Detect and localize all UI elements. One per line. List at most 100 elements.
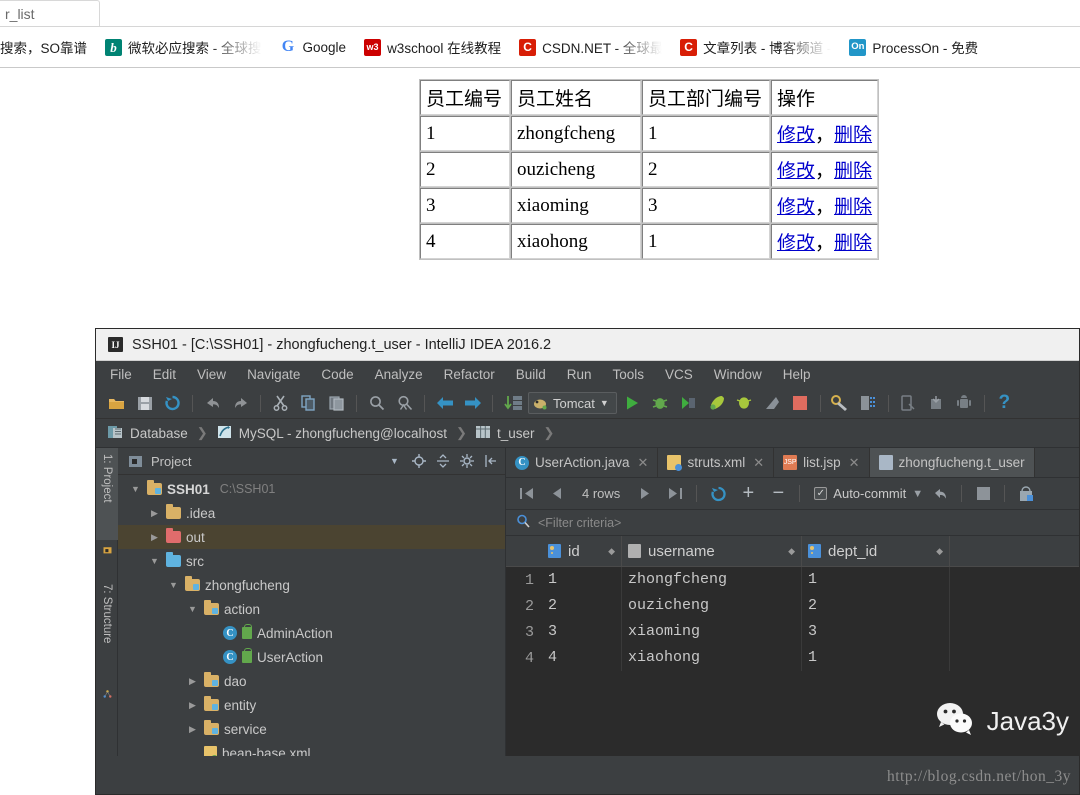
editor-tab-list-jsp[interactable]: JSP list.jsp ✕ — [774, 448, 870, 477]
rollback-icon[interactable] — [927, 482, 953, 506]
sort-indicator-icon[interactable]: ◆ — [608, 546, 615, 557]
bookmark-item[interactable]: G Google — [271, 33, 356, 61]
browser-tab[interactable]: r_list — [0, 0, 100, 27]
undo-icon[interactable] — [200, 391, 225, 415]
delete-link[interactable]: 删除 — [834, 197, 872, 218]
grid-cell-username[interactable]: xiaohong — [622, 645, 802, 671]
grid-cell-dept-id[interactable]: 1 — [802, 645, 950, 671]
sort-indicator-icon[interactable]: ◆ — [788, 546, 795, 557]
deploy-debug-icon[interactable] — [732, 391, 757, 415]
grid-cell-dept-id[interactable]: 3 — [802, 619, 950, 645]
bookmark-item[interactable]: w3 w3school 在线教程 — [355, 33, 510, 61]
cut-icon[interactable] — [268, 391, 293, 415]
auto-commit-checkbox[interactable]: ✓ — [814, 487, 828, 500]
chevron-right-icon[interactable]: ▶ — [186, 676, 199, 687]
run-icon[interactable] — [620, 391, 645, 415]
edit-link[interactable]: 修改 — [777, 233, 815, 254]
menu-item-refactor[interactable]: Refactor — [444, 367, 495, 382]
add-row-icon[interactable]: + — [735, 482, 761, 506]
delete-link[interactable]: 删除 — [834, 161, 872, 182]
chevron-right-icon[interactable]: ▶ — [186, 724, 199, 735]
grid-cell-dept-id[interactable]: 1 — [802, 567, 950, 593]
last-page-icon[interactable] — [662, 482, 688, 506]
update-app-icon[interactable] — [760, 391, 785, 415]
delete-link[interactable]: 删除 — [834, 125, 872, 146]
tree-node-service[interactable]: ▶ service — [118, 717, 505, 741]
menu-item-vcs[interactable]: VCS — [665, 367, 693, 382]
delete-link[interactable]: 删除 — [834, 233, 872, 254]
next-page-icon[interactable] — [632, 482, 658, 506]
help-icon[interactable]: ? — [992, 391, 1017, 415]
collapse-all-icon[interactable] — [434, 453, 451, 470]
tree-node-zhongfucheng[interactable]: ▼ zhongfucheng — [118, 573, 505, 597]
auto-commit-toggle[interactable]: ✓ Auto-commit ▼ — [808, 486, 923, 501]
chevron-down-icon[interactable]: ▼ — [148, 556, 161, 566]
android-icon[interactable] — [952, 391, 977, 415]
bookmark-item[interactable]: C 文章列表 - 博客频道 - — [671, 33, 840, 61]
run-configuration-selector[interactable]: Tomcat ▼ — [528, 392, 617, 414]
tree-node-out[interactable]: ▶ out — [118, 525, 505, 549]
open-project-icon[interactable] — [104, 391, 129, 415]
chevron-down-icon[interactable]: ▼ — [186, 604, 199, 614]
menu-item-code[interactable]: Code — [321, 367, 353, 382]
menu-item-file[interactable]: File — [110, 367, 132, 382]
grid-cell-id[interactable]: 1 — [542, 567, 622, 593]
chevron-down-icon[interactable]: ▼ — [129, 484, 142, 494]
grid-column-header-dept-id[interactable]: dept_id ◆ — [802, 536, 950, 567]
reload-icon[interactable] — [705, 482, 731, 506]
close-icon[interactable]: ✕ — [638, 455, 649, 471]
run-coverage-icon[interactable] — [676, 391, 701, 415]
previous-page-icon[interactable] — [544, 482, 570, 506]
bookmark-item[interactable]: C CSDN.NET - 全球最 — [510, 33, 671, 61]
menu-item-analyze[interactable]: Analyze — [375, 367, 423, 382]
chevron-down-icon[interactable]: ▼ — [167, 580, 180, 590]
chevron-right-icon[interactable]: ▶ — [148, 532, 161, 543]
paste-icon[interactable] — [324, 391, 349, 415]
copy-icon[interactable] — [296, 391, 321, 415]
grid-cell-id[interactable]: 3 — [542, 619, 622, 645]
settings-icon[interactable] — [828, 391, 853, 415]
locate-icon[interactable] — [410, 453, 427, 470]
chevron-down-icon[interactable]: ▼ — [912, 488, 923, 500]
grid-cell-id[interactable]: 4 — [542, 645, 622, 671]
grid-row[interactable]: 1 1 zhongfcheng 1 — [506, 567, 1079, 593]
sdk-manager-icon[interactable] — [856, 391, 881, 415]
bookmark-item[interactable]: b 微软必应搜索 - 全球搜 — [96, 33, 271, 61]
tree-node-src[interactable]: ▼ src — [118, 549, 505, 573]
chevron-right-icon[interactable]: ▶ — [148, 508, 161, 519]
cancel-query-icon[interactable] — [970, 482, 996, 506]
grid-cell-dept-id[interactable]: 2 — [802, 593, 950, 619]
menu-item-navigate[interactable]: Navigate — [247, 367, 300, 382]
menu-item-view[interactable]: View — [197, 367, 226, 382]
hide-panel-icon[interactable] — [482, 453, 499, 470]
find-icon[interactable] — [364, 391, 389, 415]
menu-item-tools[interactable]: Tools — [613, 367, 645, 382]
grid-column-header-id[interactable]: id ◆ — [542, 536, 622, 567]
editor-tab-struts-xml[interactable]: struts.xml ✕ — [658, 448, 775, 477]
first-page-icon[interactable] — [514, 482, 540, 506]
tree-node--idea[interactable]: ▶ .idea — [118, 501, 505, 525]
chevron-down-icon[interactable]: ▼ — [386, 453, 403, 470]
menu-item-edit[interactable]: Edit — [153, 367, 176, 382]
close-icon[interactable]: ✕ — [753, 455, 764, 471]
grid-row[interactable]: 2 2 ouzicheng 2 — [506, 593, 1079, 619]
breadcrumb-item-database[interactable]: Database — [108, 425, 197, 442]
save-all-icon[interactable] — [132, 391, 157, 415]
redo-icon[interactable] — [228, 391, 253, 415]
menu-item-build[interactable]: Build — [516, 367, 546, 382]
menu-item-help[interactable]: Help — [783, 367, 811, 382]
tool-window-button-project[interactable]: 1: Project — [96, 448, 118, 540]
sync-icon[interactable] — [160, 391, 185, 415]
tree-node-adminaction[interactable]: C AdminAction — [118, 621, 505, 645]
back-icon[interactable] — [432, 391, 457, 415]
filter-criteria-input[interactable]: <Filter criteria> — [538, 516, 621, 530]
grid-cell-id[interactable]: 2 — [542, 593, 622, 619]
breadcrumb-item-t_user[interactable]: t_user — [475, 425, 544, 442]
edit-link[interactable]: 修改 — [777, 125, 815, 146]
gear-icon[interactable] — [458, 453, 475, 470]
tree-node-useraction[interactable]: C UserAction — [118, 645, 505, 669]
chevron-right-icon[interactable]: ▶ — [186, 700, 199, 711]
replace-icon[interactable] — [392, 391, 417, 415]
grid-row[interactable]: 4 4 xiaohong 1 — [506, 645, 1079, 671]
grid-cell-username[interactable]: zhongfcheng — [622, 567, 802, 593]
